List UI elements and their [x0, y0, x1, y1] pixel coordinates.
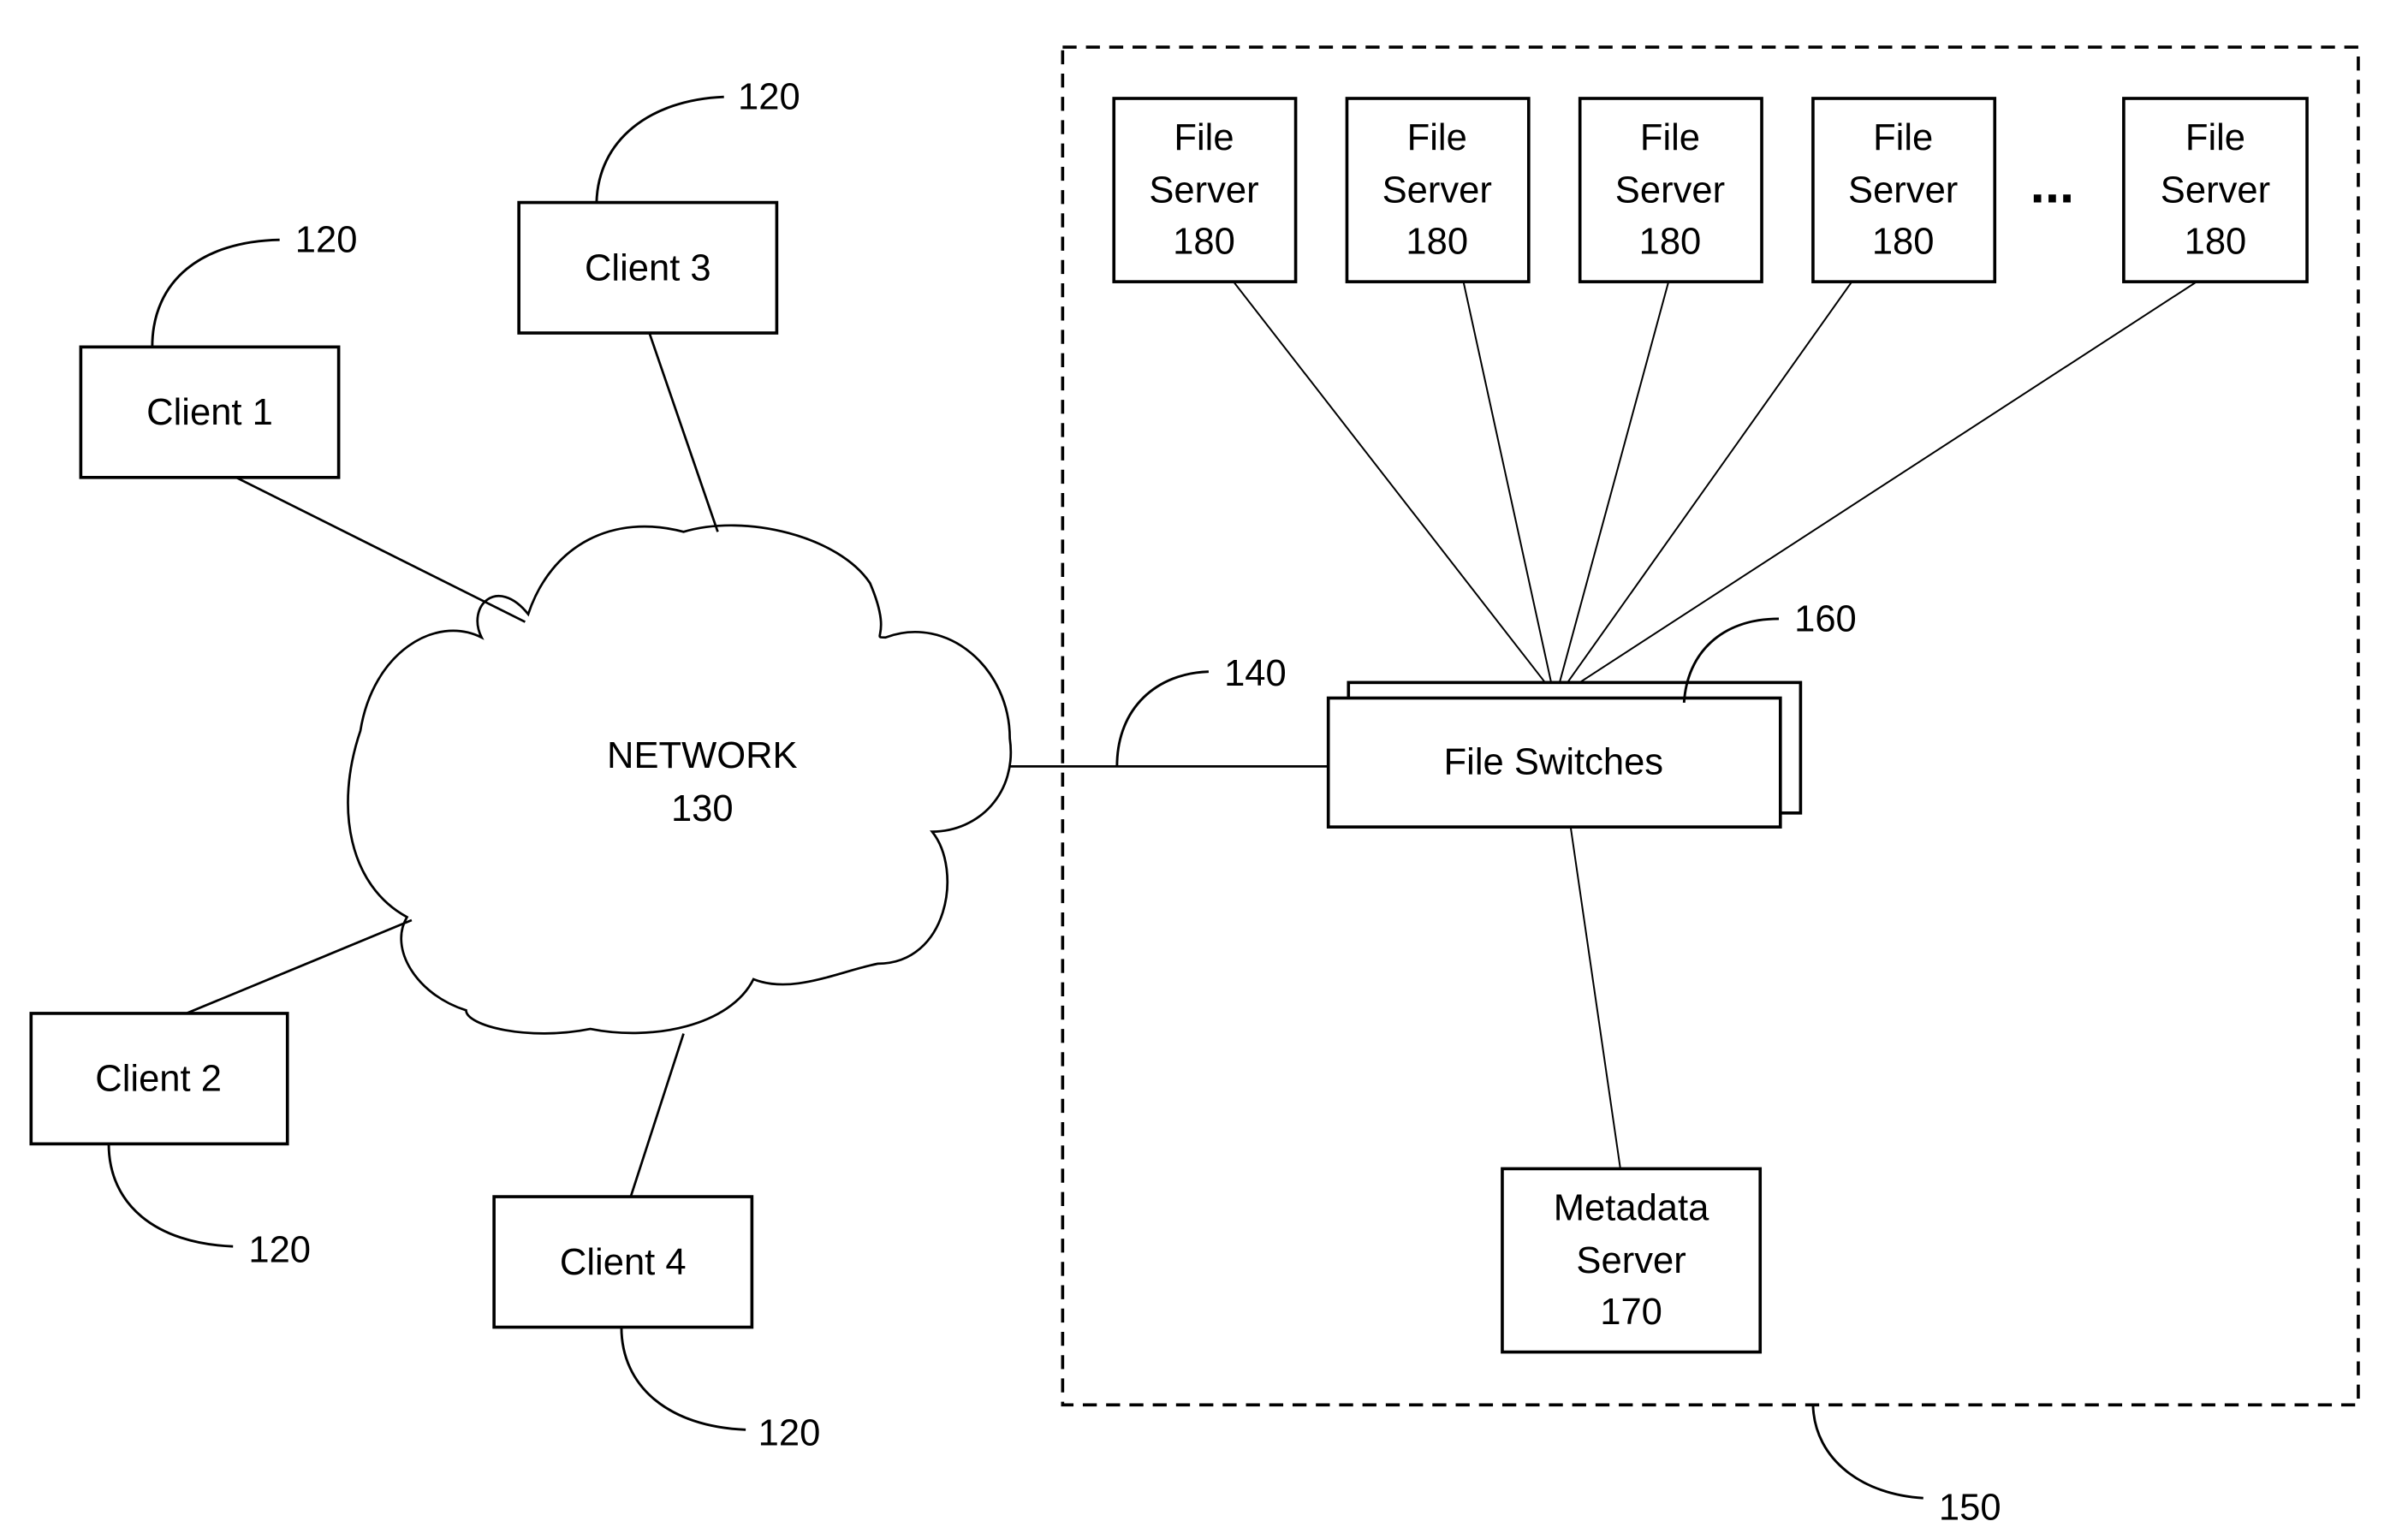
- file-server-2[interactable]: File Server 180: [1345, 97, 1531, 283]
- metadata-server-ref: 170: [1600, 1292, 1662, 1333]
- file-server-5-line2: Server: [2161, 170, 2270, 211]
- link-ref-label: 140: [1224, 653, 1287, 694]
- client-2-label: Client 2: [95, 1059, 222, 1100]
- client-1-ref: 120: [295, 220, 358, 261]
- client3-network-link: [648, 332, 719, 532]
- client-4-leader-line: [620, 1327, 746, 1431]
- file-server-2-ref: 180: [1406, 221, 1468, 262]
- file-server-5-ref: 180: [2185, 221, 2247, 262]
- file-server-4-line1: File: [1873, 117, 1933, 158]
- file-server-3-line1: File: [1640, 117, 1700, 158]
- system-diagram: 150 NETWORK 130 Client 1 120 Client 3 12…: [29, 45, 2360, 1529]
- file-switches-label: File Switches: [1444, 741, 1664, 782]
- client-4-label: Client 4: [560, 1242, 687, 1283]
- server-2-switch-link: [1462, 281, 1555, 694]
- client2-network-link: [186, 918, 413, 1015]
- network-cloud[interactable]: [347, 524, 1013, 1035]
- file-server-2-line1: File: [1407, 117, 1467, 158]
- file-server-1-line2: Server: [1149, 170, 1258, 211]
- file-server-4-ref: 180: [1872, 221, 1935, 262]
- network-ref: 130: [671, 788, 734, 829]
- file-server-5-line1: File: [2185, 117, 2245, 158]
- client-1-leader-line: [151, 238, 280, 348]
- file-switches-ref: 160: [1794, 598, 1857, 639]
- client-3-leader-line: [595, 95, 724, 203]
- client1-network-link: [235, 476, 526, 623]
- file-server-3-line2: Server: [1615, 170, 1725, 211]
- client-2-leader-line: [107, 1144, 234, 1248]
- metadata-server[interactable]: Metadata Server 170: [1501, 1167, 1763, 1354]
- client-2-ref: 120: [248, 1229, 311, 1270]
- client-4-ref: 120: [758, 1412, 821, 1453]
- ellipsis-indicator: ...: [2030, 156, 2074, 215]
- client-3-label: Client 3: [585, 247, 711, 288]
- file-server-1-ref: 180: [1173, 221, 1235, 262]
- metadata-server-line2: Server: [1576, 1240, 1686, 1281]
- cluster-ref-label: 150: [1939, 1488, 2001, 1529]
- cluster-leader-line: [1811, 1405, 1923, 1500]
- client-1-label: Client 1: [146, 392, 273, 433]
- client4-network-link: [629, 1033, 685, 1197]
- file-server-1-line1: File: [1174, 117, 1234, 158]
- metadata-server-line1: Metadata: [1554, 1187, 1709, 1228]
- file-server-2-line2: Server: [1382, 170, 1492, 211]
- file-server-1[interactable]: File Server 180: [1112, 97, 1298, 283]
- file-server-3-ref: 180: [1639, 221, 1702, 262]
- server-1-switch-link: [1233, 281, 1555, 694]
- server-5-switch-link: [1562, 281, 2197, 694]
- client-3-ref: 120: [738, 77, 800, 118]
- file-server-4[interactable]: File Server 180: [1811, 97, 1997, 283]
- file-server-3[interactable]: File Server 180: [1578, 97, 1763, 283]
- file-server-5[interactable]: File Server 180: [2122, 97, 2309, 283]
- network-label: NETWORK: [607, 735, 798, 776]
- link-leader-line: [1115, 670, 1209, 767]
- switch-metadata-link: [1569, 827, 1621, 1169]
- file-server-4-line2: Server: [1848, 170, 1958, 211]
- server-3-switch-link: [1555, 281, 1670, 694]
